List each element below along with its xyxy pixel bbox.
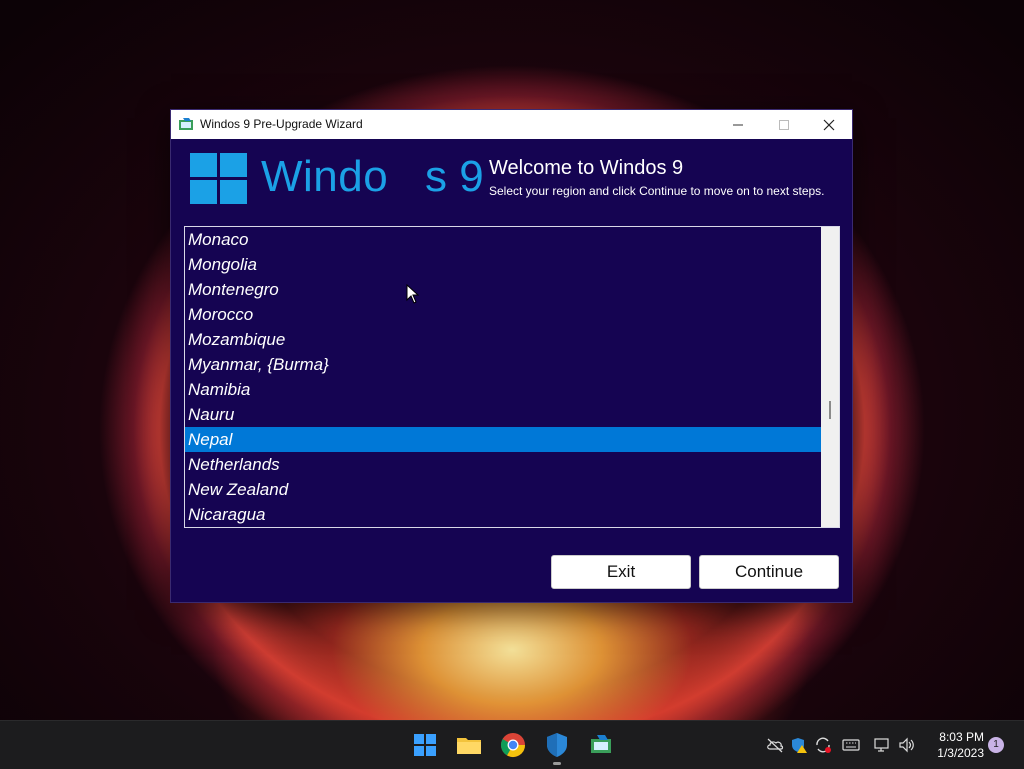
network-icon[interactable] [873,736,891,754]
list-item[interactable]: Netherlands [185,452,821,477]
notification-badge[interactable]: 1 [988,737,1004,753]
clock-date[interactable]: 1/3/2023 [932,746,984,760]
active-app-indicator [553,762,561,765]
list-item[interactable]: Mozambique [185,327,821,352]
defender-shield-icon[interactable] [543,731,571,759]
brand-wordmark: Windo [261,152,389,201]
scroll-thumb[interactable] [829,401,831,419]
list-item[interactable]: Monaco [185,227,821,252]
list-item[interactable]: Namibia [185,377,821,402]
volume-icon[interactable] [898,736,916,754]
window-title: Windos 9 Pre-Upgrade Wizard [200,117,363,131]
close-icon [823,119,835,130]
maximize-icon [779,119,789,130]
keyboard-icon[interactable] [842,736,860,754]
maximize-button[interactable] [761,110,807,139]
list-item-selected[interactable]: Nepal [185,427,821,452]
list-item[interactable]: Nauru [185,402,821,427]
onedrive-offline-icon[interactable] [766,736,784,754]
exit-button[interactable]: Exit [551,555,691,589]
list-item[interactable]: Montenegro [185,277,821,302]
chrome-icon[interactable] [499,731,527,759]
list-item[interactable]: Mongolia [185,252,821,277]
file-explorer-icon[interactable] [455,731,483,759]
welcome-heading: Welcome to Windos 9 [489,157,684,179]
welcome-subtitle: Select your region and click Continue to… [489,184,825,198]
security-warning-icon[interactable] [790,736,808,754]
upgrade-wizard-taskbar-icon[interactable] [587,731,615,759]
list-item[interactable]: Nicaragua [185,502,821,527]
title-bar[interactable]: Windos 9 Pre-Upgrade Wizard [171,110,852,139]
close-button[interactable] [806,110,852,139]
wizard-window: Windos 9 Pre-Upgrade Wizard Windo s 9 We… [171,110,852,602]
continue-button[interactable]: Continue [699,555,839,589]
windows-logo-icon [190,153,247,204]
sync-alert-icon[interactable] [814,736,832,754]
taskbar: 8:03 PM 1/3/2023 1 [0,720,1024,769]
start-button-icon[interactable] [411,731,439,759]
brand-wordmark-version: s 9 [425,152,484,201]
minimize-icon [733,124,743,125]
list-item[interactable]: Myanmar, {Burma} [185,352,821,377]
clock-time[interactable]: 8:03 PM [932,730,984,744]
app-icon [179,118,193,130]
list-item[interactable]: Morocco [185,302,821,327]
list-item[interactable]: New Zealand [185,477,821,502]
list-scrollbar[interactable] [821,227,839,527]
region-listbox[interactable]: Monaco Mongolia Montenegro Morocco Mozam… [184,226,840,528]
mouse-cursor-icon [406,284,420,304]
minimize-button[interactable] [715,110,761,139]
